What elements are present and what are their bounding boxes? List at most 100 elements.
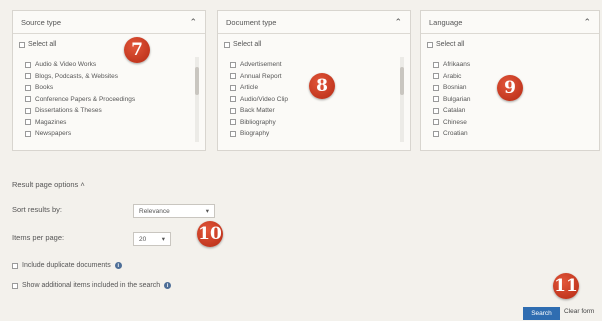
chevron-up-icon[interactable]: ⌃: [583, 17, 591, 28]
chevron-down-icon: ▾: [205, 208, 209, 215]
checkbox[interactable]: [25, 61, 31, 68]
checkbox[interactable]: [230, 96, 236, 103]
list-item[interactable]: Afrikaans: [433, 59, 585, 71]
list-item[interactable]: Biography: [230, 128, 396, 140]
document-type-header[interactable]: Document type ⌃: [218, 11, 410, 34]
source-type-title: Source type: [21, 17, 62, 27]
checkbox[interactable]: [433, 119, 439, 126]
list-item[interactable]: Audio & Video Works: [25, 59, 191, 71]
checkbox[interactable]: [25, 96, 31, 103]
document-type-list: Advertisement Annual Report Article Audi…: [230, 59, 396, 140]
info-icon[interactable]: i: [164, 282, 172, 289]
callout-badge-10: 10: [197, 221, 223, 247]
language-select-all[interactable]: Select all: [427, 41, 464, 48]
checkbox[interactable]: [25, 119, 31, 126]
checkbox[interactable]: [433, 84, 439, 91]
list-item[interactable]: Croatian: [433, 128, 585, 140]
list-item-label: Books: [35, 84, 54, 92]
list-item-label: Catalan: [443, 107, 466, 115]
list-item-label: Article: [240, 84, 259, 92]
checkbox[interactable]: [230, 61, 236, 68]
callout-badge-8: 8: [309, 73, 335, 99]
list-item-label: Newspapers: [35, 130, 72, 138]
checkbox[interactable]: [433, 96, 439, 103]
select-all-label: Select all: [28, 41, 57, 48]
callout-badge-9: 9: [497, 75, 523, 101]
result-page-options-toggle[interactable]: Result page options ˄: [12, 180, 85, 189]
checkbox[interactable]: [433, 130, 439, 137]
checkbox[interactable]: [433, 107, 439, 114]
callout-badge-11: 11: [553, 273, 579, 299]
checkbox[interactable]: [230, 130, 236, 137]
sort-select-value: Relevance: [139, 207, 170, 215]
list-item[interactable]: Books: [25, 82, 191, 94]
source-type-panel: Source type ⌃ Select all Audio & Video W…: [12, 10, 206, 151]
items-per-page-label: Items per page:: [12, 233, 65, 242]
checkbox[interactable]: [25, 130, 31, 137]
checkbox[interactable]: [427, 41, 433, 48]
list-item-label: Magazines: [35, 118, 67, 126]
list-item-label: Back Matter: [240, 107, 275, 115]
checkbox[interactable]: [19, 41, 25, 48]
list-item-label: Bibliography: [240, 118, 276, 126]
info-icon[interactable]: i: [114, 262, 122, 269]
callout-badge-7: 7: [124, 37, 150, 63]
list-item[interactable]: Advertisement: [230, 59, 396, 71]
chevron-up-icon[interactable]: ⌃: [189, 17, 197, 28]
sort-label: Sort results by:: [12, 205, 63, 214]
source-type-header[interactable]: Source type ⌃: [13, 11, 205, 34]
source-type-select-all[interactable]: Select all: [19, 41, 56, 48]
list-item[interactable]: Catalan: [433, 105, 585, 117]
checkbox[interactable]: [230, 84, 236, 91]
list-item-label: Audio/Video Clip: [240, 95, 288, 103]
checkbox[interactable]: [25, 84, 31, 91]
scrollbar[interactable]: [195, 57, 199, 142]
checkbox[interactable]: [433, 73, 439, 80]
checkbox[interactable]: [230, 107, 236, 114]
include-duplicates-label: Include duplicate documents: [22, 262, 111, 269]
clear-form-link[interactable]: Clear form: [564, 308, 594, 315]
checkbox[interactable]: [224, 41, 230, 48]
checkbox[interactable]: [230, 73, 236, 80]
chevron-down-icon: ▾: [161, 236, 165, 243]
list-item[interactable]: Newspapers: [25, 128, 191, 140]
sort-select[interactable]: Relevance ▾: [133, 204, 215, 218]
language-header[interactable]: Language ⌃: [421, 11, 599, 34]
list-item-label: Biography: [240, 130, 270, 138]
list-item-label: Annual Report: [240, 72, 282, 80]
checkbox[interactable]: [433, 61, 439, 68]
document-type-title: Document type: [226, 17, 277, 27]
language-title: Language: [429, 17, 463, 27]
list-item[interactable]: Conference Papers & Proceedings: [25, 94, 191, 106]
items-per-page-select[interactable]: 20 ▾: [133, 232, 171, 246]
list-item-label: Dissertations & Theses: [35, 107, 102, 115]
include-duplicates-option[interactable]: Include duplicate documents i: [12, 262, 122, 269]
checkbox[interactable]: [25, 73, 31, 80]
list-item-label: Blogs, Podcasts, & Websites: [35, 72, 118, 80]
list-item[interactable]: Bibliography: [230, 117, 396, 129]
list-item[interactable]: Magazines: [25, 117, 191, 129]
checkbox[interactable]: [230, 119, 236, 126]
list-item[interactable]: Dissertations & Theses: [25, 105, 191, 117]
scrollbar[interactable]: [400, 57, 404, 142]
checkbox[interactable]: [12, 282, 18, 289]
source-type-list: Audio & Video Works Blogs, Podcasts, & W…: [25, 59, 191, 140]
list-item-label: Conference Papers & Proceedings: [35, 95, 136, 103]
chevron-up-icon[interactable]: ⌃: [394, 17, 402, 28]
list-item-label: Bosnian: [443, 84, 467, 92]
list-item[interactable]: Blogs, Podcasts, & Websites: [25, 71, 191, 83]
select-all-label: Select all: [436, 41, 465, 48]
checkbox[interactable]: [25, 107, 31, 114]
document-type-select-all[interactable]: Select all: [224, 41, 261, 48]
list-item-label: Afrikaans: [443, 61, 471, 69]
checkbox[interactable]: [12, 262, 18, 269]
list-item[interactable]: Chinese: [433, 117, 585, 129]
result-options-heading: Result page options: [12, 180, 79, 189]
list-item-label: Chinese: [443, 118, 467, 126]
list-item-label: Croatian: [443, 130, 468, 138]
search-button[interactable]: Search: [523, 307, 560, 320]
show-additional-option[interactable]: Show additional items included in the se…: [12, 282, 172, 289]
list-item[interactable]: Back Matter: [230, 105, 396, 117]
list-item-label: Audio & Video Works: [35, 61, 97, 69]
list-item-label: Arabic: [443, 72, 462, 80]
